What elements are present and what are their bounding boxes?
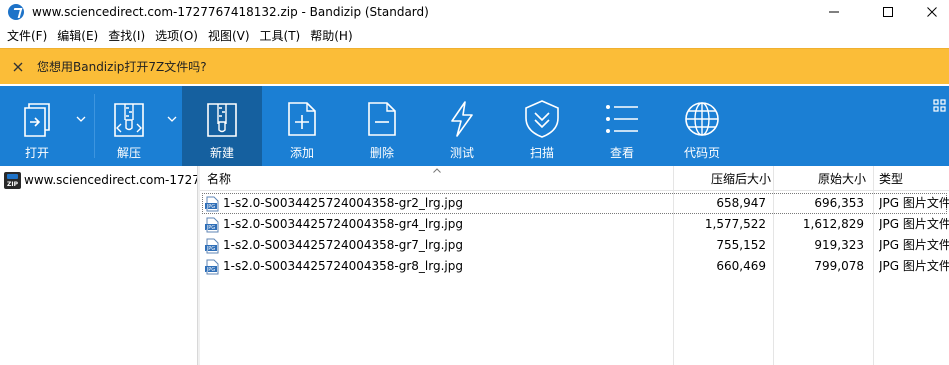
new-button[interactable]: 新建: [182, 86, 262, 166]
menu-edit[interactable]: 编辑(E): [53, 24, 102, 48]
view-button[interactable]: 查看: [582, 86, 662, 166]
svg-text:JPG: JPG: [206, 204, 215, 210]
compressed-size: 1,577,522: [704, 217, 766, 231]
svg-text:JPG: JPG: [206, 246, 215, 252]
minimize-button[interactable]: [811, 0, 857, 24]
toolbar-more-button[interactable]: [930, 96, 949, 122]
compressed-size: 660,469: [716, 259, 766, 273]
table-row[interactable]: JPG 1-s2.0-S0034425724004358-gr8_lrg.jpg…: [200, 256, 949, 277]
svg-text:JPG: JPG: [206, 267, 215, 273]
scan-button[interactable]: 扫描: [502, 86, 582, 166]
menu-options[interactable]: 选项(O): [151, 24, 202, 48]
menu-find[interactable]: 查找(I): [104, 24, 149, 48]
file-list: 名称 压缩后大小 原始大小 类型 JPG 1-s2.0-S00344257240…: [200, 166, 949, 365]
add-label: 添加: [289, 146, 314, 160]
maximize-button[interactable]: [865, 0, 911, 24]
jpg-file-icon: JPG: [205, 196, 219, 212]
open-label: 打开: [24, 146, 49, 160]
column-header-original-size[interactable]: 原始大小: [774, 166, 866, 191]
menu-help[interactable]: 帮助(H): [306, 24, 356, 48]
list-header: 名称 压缩后大小 原始大小 类型: [200, 166, 949, 191]
file-name: 1-s2.0-S0034425724004358-gr8_lrg.jpg: [223, 259, 463, 273]
file-name: 1-s2.0-S0034425724004358-gr2_lrg.jpg: [223, 196, 463, 210]
delete-button[interactable]: 删除: [342, 86, 422, 166]
test-button[interactable]: 测试: [422, 86, 502, 166]
file-name: 1-s2.0-S0034425724004358-gr4_lrg.jpg: [223, 217, 463, 231]
close-icon: [13, 62, 23, 71]
original-size: 919,323: [814, 238, 864, 252]
file-type: JPG 图片文件: [879, 217, 949, 231]
jpg-file-icon: JPG: [205, 259, 219, 275]
delete-file-icon: [368, 102, 396, 136]
maximize-icon: [883, 7, 893, 17]
shield-icon: [525, 100, 559, 138]
close-button[interactable]: [909, 0, 949, 24]
menu-bar: 文件(F) 编辑(E) 查找(I) 选项(O) 视图(V) 工具(T) 帮助(H…: [0, 24, 949, 48]
compressed-size: 658,947: [716, 196, 766, 210]
test-label: 测试: [449, 146, 474, 160]
menu-tools[interactable]: 工具(T): [256, 24, 305, 48]
jpg-file-icon: JPG: [205, 238, 219, 254]
codepage-button[interactable]: 代码页: [662, 86, 742, 166]
column-header-compressed-size[interactable]: 压缩后大小: [676, 166, 771, 191]
chevron-down-icon: [167, 116, 177, 122]
add-file-icon: [288, 102, 316, 136]
view-label: 查看: [609, 146, 634, 160]
open-dropdown[interactable]: [74, 112, 88, 126]
table-row[interactable]: JPG 1-s2.0-S0034425724004358-gr7_lrg.jpg…: [200, 235, 949, 256]
extract-label: 解压: [116, 146, 141, 160]
file-name: 1-s2.0-S0034425724004358-gr7_lrg.jpg: [223, 238, 463, 252]
globe-icon: [685, 102, 719, 136]
original-size: 1,612,829: [802, 217, 864, 231]
file-type: JPG 图片文件: [879, 238, 949, 252]
original-size: 799,078: [814, 259, 864, 273]
compressed-size: 755,152: [716, 238, 766, 252]
new-archive-icon: [207, 103, 237, 137]
grid-icon: [933, 99, 946, 112]
notification-close-button[interactable]: [11, 60, 25, 74]
tree-item-archive-root[interactable]: ZIP www.sciencedirect.com-1727767418132.…: [0, 170, 197, 190]
extract-zip-icon: [114, 103, 144, 137]
bandizip-app-icon[interactable]: [8, 4, 24, 20]
menu-view[interactable]: 视图(V): [204, 24, 254, 48]
column-header-type[interactable]: 类型: [879, 166, 949, 191]
table-row[interactable]: JPG 1-s2.0-S0034425724004358-gr2_lrg.jpg…: [202, 193, 949, 214]
svg-text:JPG: JPG: [206, 225, 215, 231]
file-type: JPG 图片文件: [879, 196, 949, 210]
notification-text[interactable]: 您想用Bandizip打开7Z文件吗?: [37, 58, 207, 75]
chevron-down-icon: [76, 116, 86, 122]
close-icon: [927, 7, 937, 17]
file-type: JPG 图片文件: [879, 259, 949, 273]
open-button[interactable]: 打开: [0, 86, 74, 166]
original-size: 696,353: [814, 196, 864, 210]
codepage-label: 代码页: [683, 146, 720, 160]
title-bar: www.sciencedirect.com-1727767418132.zip …: [0, 0, 949, 24]
minimize-icon: [829, 11, 839, 13]
jpg-file-icon: JPG: [205, 217, 219, 233]
add-button[interactable]: 添加: [262, 86, 342, 166]
extract-button[interactable]: 解压: [94, 86, 164, 166]
lightning-icon: [451, 101, 473, 137]
menu-file[interactable]: 文件(F): [3, 24, 51, 48]
folder-tree: ZIP www.sciencedirect.com-1727767418132.…: [0, 166, 198, 365]
zip-file-icon: ZIP: [4, 171, 21, 189]
window-title: www.sciencedirect.com-1727767418132.zip …: [32, 5, 429, 19]
toolbar: 打开 解压 新建 添加 删除 测试 扫描 查看 代码页: [0, 86, 949, 166]
extract-dropdown[interactable]: [165, 112, 179, 126]
delete-label: 删除: [369, 146, 394, 160]
new-label: 新建: [209, 146, 234, 160]
scan-label: 扫描: [529, 146, 554, 160]
table-row[interactable]: JPG 1-s2.0-S0034425724004358-gr4_lrg.jpg…: [200, 214, 949, 235]
list-view-icon: [606, 105, 638, 133]
tree-item-label: www.sciencedirect.com-1727767418132.zip: [24, 173, 197, 187]
notification-bar: 您想用Bandizip打开7Z文件吗?: [0, 48, 949, 84]
open-archive-icon: [24, 103, 50, 137]
sort-ascending-icon: [433, 168, 441, 173]
